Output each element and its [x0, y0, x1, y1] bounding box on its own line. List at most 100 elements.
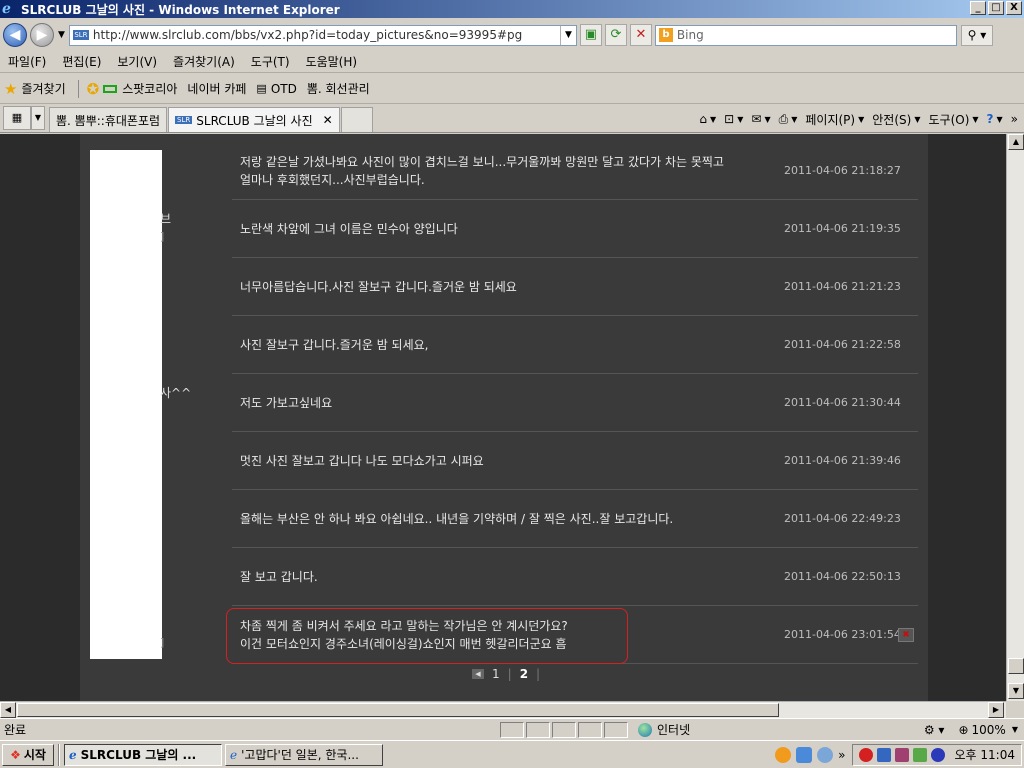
- page-link-2[interactable]: 2: [520, 667, 528, 681]
- page-divider: |: [536, 667, 541, 681]
- scroll-right-button[interactable]: ▶: [988, 702, 1004, 718]
- help-button[interactable]: ? ▼: [987, 112, 1003, 126]
- refresh-button[interactable]: ⟳: [604, 24, 627, 46]
- delete-comment-icon[interactable]: ✖: [898, 628, 914, 642]
- favorites-divider: [77, 79, 79, 98]
- security-zone[interactable]: 인터넷: [638, 721, 834, 738]
- quick-tabs-button[interactable]: ▦: [3, 106, 31, 130]
- favorites-label: 즐겨찾기: [21, 82, 66, 96]
- taskbar: ❖ 시작 ℯ SLRCLUB 그날의 ... ℯ '고맙다'던 일본, 한국..…: [0, 740, 1024, 768]
- close-window-button[interactable]: X: [1006, 1, 1022, 15]
- horizontal-scroll-thumb[interactable]: [17, 703, 779, 717]
- window-title: SLRCLUB 그날의 사진 - Windows Internet Explor…: [21, 2, 340, 17]
- comment-text: 너무아름답습니다.사진 잘보구 갑니다.즐거운 밤 되세요: [240, 258, 776, 316]
- vertical-scroll-thumb[interactable]: [1008, 658, 1024, 674]
- clock: 오후 11:04: [954, 748, 1015, 762]
- close-tab-icon[interactable]: ✕: [323, 113, 333, 127]
- comment-row: 너무아름답습니다.사진 잘보구 갑니다.즐거운 밤 되세요 2011-04-06…: [232, 258, 918, 316]
- star-icon: ★: [4, 79, 18, 98]
- fav-link-label: 네이버 카페: [187, 82, 247, 96]
- print-button[interactable]: ⎙ ▼: [779, 112, 798, 127]
- app-icon[interactable]: [817, 746, 834, 763]
- app-icon[interactable]: [796, 746, 813, 763]
- address-dropdown-icon[interactable]: ▼: [559, 25, 576, 45]
- feeds-button[interactable]: ⊡ ▼: [724, 112, 743, 126]
- page-menu[interactable]: 페이지(P) ▼: [805, 111, 864, 128]
- comment-text: 멋진 사진 잘보고 갑니다 나도 모다쇼가고 시퍼요: [240, 432, 776, 490]
- compatibility-view-button[interactable]: ▣: [579, 24, 602, 46]
- nickname-fragment: ]: [160, 230, 165, 243]
- ie-logo-icon: ℯ: [2, 1, 11, 17]
- comment-text: 저랑 같은날 가셨나봐요 사진이 많이 겹치느걸 보니...무거울까봐 망원만 …: [240, 142, 776, 200]
- tab-list-button[interactable]: ▼: [31, 106, 45, 130]
- vertical-scrollbar[interactable]: ▲ ▼: [1006, 134, 1024, 701]
- mail-button[interactable]: ✉ ▼: [751, 112, 770, 126]
- search-input[interactable]: Bing: [677, 28, 704, 42]
- comment-text: 사진 잘보구 갑니다.즐거운 밤 되세요,: [240, 316, 776, 374]
- comment-panel: 브 ] 사^^ ] 저랑 같은날 가셨나봐요 사진이 많이 겹치느걸 보니...…: [80, 134, 928, 701]
- minimize-button[interactable]: _: [970, 1, 986, 15]
- prev-page-button[interactable]: ◀: [472, 669, 484, 679]
- url-input[interactable]: http://www.slrclub.com/bbs/vx2.php?id=to…: [93, 28, 560, 42]
- scroll-left-button[interactable]: ◀: [0, 702, 16, 718]
- comment-text: 잘 보고 갑니다.: [240, 548, 776, 606]
- comment-row: 차좀 찍게 좀 비켜서 주세요 라고 말하는 작가님은 안 계시던가요? 이건 …: [226, 606, 918, 664]
- search-box[interactable]: b Bing: [654, 24, 957, 46]
- horizontal-scrollbar[interactable]: ◀ ▶: [0, 701, 1006, 718]
- comment-date: 2011-04-06 22:49:23: [784, 512, 901, 525]
- globe-icon: [638, 722, 652, 737]
- tray-icon[interactable]: [858, 747, 873, 762]
- zoom-control[interactable]: ⚙ ▾ ⊕ 100% ▼: [924, 723, 1018, 737]
- favorites-bar: ★ 즐겨찾기 ✪ 스팟코리아 네이버 카페 ▤ OTD 뽐. 회선관리: [0, 74, 1024, 104]
- fav-link-naver-cafe[interactable]: 네이버 카페: [187, 80, 246, 97]
- taskbar-button-news[interactable]: ℯ '고맙다'던 일본, 한국...: [225, 743, 383, 766]
- page-link-1[interactable]: 1: [492, 667, 500, 681]
- stop-button[interactable]: ✕: [629, 24, 652, 46]
- tools-menu[interactable]: 도구(O) ▼: [928, 111, 978, 128]
- fav-link-label: 스팟코리아: [122, 82, 178, 96]
- chevron-right-icon[interactable]: »: [838, 748, 845, 762]
- start-button[interactable]: ❖ 시작: [2, 743, 54, 766]
- scroll-down-button[interactable]: ▼: [1008, 683, 1024, 699]
- tab-row: ▦ ▼ 뽐. 뽐뿌::휴대폰포럼 SLR SLRCLUB 그날의 사진 ✕ ⌂ ▼…: [0, 105, 1024, 133]
- history-dropdown-icon[interactable]: ▼: [58, 30, 65, 40]
- more-commands-button[interactable]: »: [1011, 112, 1018, 126]
- maximize-button[interactable]: □: [988, 1, 1004, 15]
- search-button[interactable]: ⚲ ▾: [960, 24, 993, 46]
- add-favorite-icon[interactable]: ✪: [87, 80, 100, 98]
- fav-link-spotkorea[interactable]: 스팟코리아: [103, 80, 177, 97]
- fav-link-otd[interactable]: ▤ OTD: [256, 82, 296, 96]
- comment-line: 저랑 같은날 가셨나봐요 사진이 많이 겹치느걸 보니...무거울까봐 망원만 …: [240, 155, 724, 169]
- fav-link-line-manage[interactable]: 뽐. 회선관리: [307, 80, 370, 97]
- tray-icon[interactable]: [930, 747, 945, 762]
- menu-favorites[interactable]: 즐겨찾기(A): [165, 53, 243, 70]
- back-button[interactable]: ◀: [3, 23, 27, 47]
- network-icon[interactable]: [876, 747, 891, 762]
- favorites-button[interactable]: ★ 즐겨찾기: [4, 80, 66, 98]
- menu-help[interactable]: 도움말(H): [298, 53, 366, 70]
- mail-icon: ✉: [751, 112, 762, 126]
- window-title-bar[interactable]: ℯ SLRCLUB 그날의 사진 - Windows Internet Expl…: [0, 0, 1024, 18]
- comment-date: 2011-04-06 21:21:23: [784, 280, 901, 293]
- site-favicon-icon: SLR: [72, 30, 89, 40]
- tab-slrclub[interactable]: SLR SLRCLUB 그날의 사진 ✕: [168, 107, 340, 132]
- page-menu-label: 페이지(P): [805, 112, 856, 127]
- menu-view[interactable]: 보기(V): [109, 53, 165, 70]
- address-toolbar: ◀ ▶ ▼ SLR http://www.slrclub.com/bbs/vx2…: [0, 19, 1024, 51]
- nickname-fragment: 사^^: [160, 386, 192, 400]
- help-icon: ?: [986, 112, 994, 126]
- menu-edit[interactable]: 편집(E): [54, 53, 109, 70]
- scroll-up-button[interactable]: ▲: [1008, 134, 1024, 150]
- new-tab-button[interactable]: [340, 107, 373, 132]
- app-icon[interactable]: [775, 746, 792, 763]
- menu-tools[interactable]: 도구(T): [243, 53, 298, 70]
- forward-button[interactable]: ▶: [30, 23, 54, 47]
- tray-icon[interactable]: [894, 747, 909, 762]
- safety-menu[interactable]: 안전(S) ▼: [872, 111, 920, 128]
- tray-icon[interactable]: [912, 747, 927, 762]
- taskbar-button-slrclub[interactable]: ℯ SLRCLUB 그날의 ...: [64, 743, 222, 766]
- address-bar[interactable]: SLR http://www.slrclub.com/bbs/vx2.php?i…: [68, 24, 577, 46]
- menu-file[interactable]: 파일(F): [0, 53, 54, 70]
- home-button[interactable]: ⌂ ▼: [699, 112, 716, 126]
- tab-ppomppu[interactable]: 뽐. 뽐뿌::휴대폰포럼: [49, 107, 168, 132]
